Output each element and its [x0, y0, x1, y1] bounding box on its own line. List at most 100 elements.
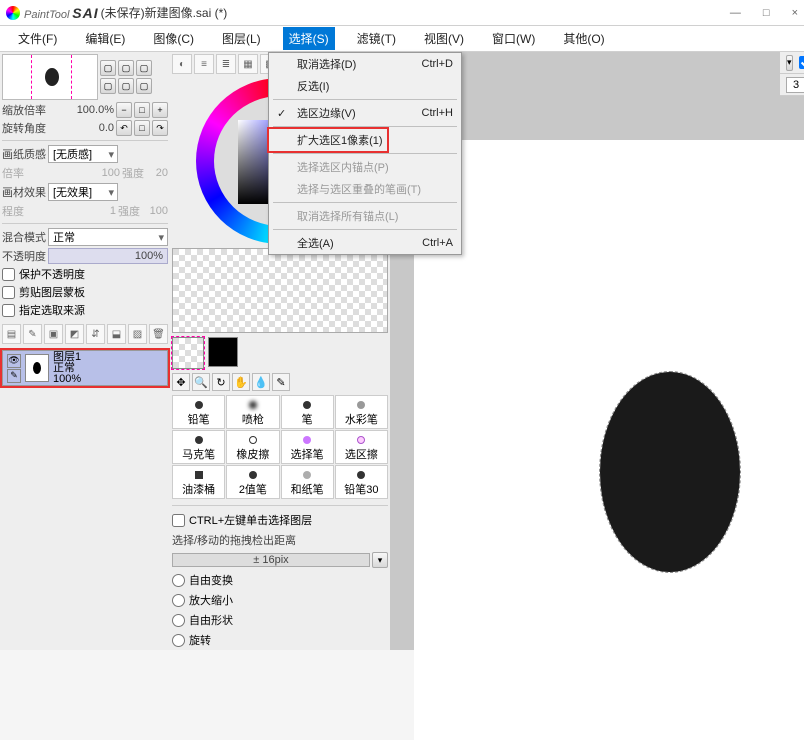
menu-filter[interactable]: 滤镜(T)	[351, 27, 402, 50]
brush-pencil30[interactable]: 铅笔30	[335, 465, 388, 499]
brush-airbrush[interactable]: 喷枪	[226, 395, 279, 429]
left-panel: ▢▢▢ ▢▢▢ 缩放倍率100.0%−□+ 旋转角度0.0↶□↷ 画纸质感[无质…	[0, 52, 170, 650]
bg-swatch[interactable]	[208, 337, 238, 367]
visibility-icon[interactable]: 👁	[7, 354, 21, 368]
brush-marker[interactable]: 马克笔	[172, 430, 225, 464]
nav-btn[interactable]: ▢	[100, 78, 116, 94]
brush-eraser[interactable]: 橡皮擦	[226, 430, 279, 464]
maximize-button[interactable]: □	[763, 7, 770, 19]
menu-deselect-anchors: 取消选择所有锚点(L)	[269, 205, 461, 227]
nav-btn[interactable]: ▢	[118, 60, 134, 76]
mask-icon[interactable]: ◩	[65, 324, 84, 344]
delete-layer-icon[interactable]: 🗑	[149, 324, 168, 344]
merge-icon[interactable]: ⬓	[107, 324, 126, 344]
fg-swatch[interactable]	[172, 337, 204, 369]
nav-btn[interactable]: ▢	[100, 60, 116, 76]
app-logo-icon	[6, 6, 20, 20]
menu-selection-edge[interactable]: ✓选区边缘(V)Ctrl+H	[269, 102, 461, 124]
menu-view[interactable]: 视图(V)	[418, 27, 470, 50]
rotate-tool-icon[interactable]: ↻	[212, 373, 230, 391]
menu-select-all[interactable]: 全选(A)Ctrl+A	[269, 232, 461, 254]
menu-layer[interactable]: 图层(L)	[216, 27, 267, 50]
nav-btn[interactable]: ▢	[118, 78, 134, 94]
brush-watercolor[interactable]: 水彩笔	[335, 395, 388, 429]
rotate-right-button[interactable]: ↷	[152, 120, 168, 136]
rgb-slider-icon[interactable]: ≡	[194, 54, 214, 74]
document-title: (未保存)新建图像.sai (*)	[101, 4, 228, 21]
menu-deselect[interactable]: 取消选择(D)Ctrl+D	[269, 53, 461, 75]
brush-grid: 铅笔 喷枪 笔 水彩笔 马克笔 橡皮擦 选择笔 选区擦 油漆桶 2值笔 和纸笔 …	[172, 395, 388, 499]
layer-item[interactable]: 👁 ✎ 图层1 正常 100%	[2, 350, 168, 386]
menu-select[interactable]: 选择(S)	[283, 27, 335, 50]
blend-select[interactable]: 正常	[48, 228, 168, 246]
menu-other[interactable]: 其他(O)	[557, 27, 610, 50]
menu-invert[interactable]: 反选(I)	[269, 75, 461, 97]
close-button[interactable]: ×	[792, 7, 798, 19]
drag-dropdown-icon[interactable]: ▾	[372, 552, 388, 568]
mixer-icon[interactable]: ▦	[238, 54, 258, 74]
tb-btn[interactable]: ▾	[786, 55, 793, 71]
rotate-reset-button[interactable]: □	[134, 120, 150, 136]
move-tool-icon[interactable]: ✥	[172, 373, 190, 391]
app-brand: PaintTool SAI	[24, 5, 99, 21]
transform-rotate[interactable]: 旋转	[172, 632, 388, 648]
nav-btn[interactable]: ▢	[136, 60, 152, 76]
brush-selpen[interactable]: 选择笔	[281, 430, 334, 464]
nav-btn[interactable]: ▢	[136, 78, 152, 94]
mateff-select[interactable]: [无效果]	[48, 183, 118, 201]
rotate-label: 旋转角度	[2, 120, 46, 136]
canvas-preview[interactable]	[2, 54, 98, 100]
brush-brush[interactable]: 笔	[281, 395, 334, 429]
top-toolbar-1: ▾ 选区边缘 100% ▾ − □ + +000° ▾ ↶ □ ↷ ⇋	[780, 52, 804, 74]
transform-free[interactable]: 自由变换	[172, 572, 388, 588]
layer-thumbnail	[25, 354, 49, 382]
menu-window[interactable]: 窗口(W)	[486, 27, 541, 50]
papertex-select[interactable]: [无质感]	[48, 145, 118, 163]
brush-pencil[interactable]: 铅笔	[172, 395, 225, 429]
hsv-slider-icon[interactable]: ≣	[216, 54, 236, 74]
menu-bar: 文件(F) 编辑(E) 图像(C) 图层(L) 选择(S) 滤镜(T) 视图(V…	[0, 26, 804, 52]
ctrl-click-checkbox[interactable]: CTRL+左键单击选择图层	[172, 512, 388, 528]
selborder-checkbox[interactable]: 选区边缘	[799, 55, 804, 71]
eyedropper-icon[interactable]: 💧	[252, 373, 270, 391]
pen-tool-icon[interactable]: ✎	[272, 373, 290, 391]
clear-icon[interactable]: ▨	[128, 324, 147, 344]
threshold-field[interactable]: 3	[786, 77, 804, 93]
drag-label: 选择/移动的拖拽检出距离	[172, 532, 388, 548]
color-wheel-icon[interactable]: ◐	[172, 54, 192, 74]
menu-expand-1px[interactable]: 扩大选区1像素(1)	[269, 129, 461, 151]
zoom-reset-button[interactable]: □	[134, 102, 150, 118]
swatches-area[interactable]	[172, 248, 388, 333]
rotate-value: 0.0	[48, 122, 114, 134]
menu-edit[interactable]: 编辑(E)	[79, 27, 131, 50]
menu-image[interactable]: 图像(C)	[147, 27, 200, 50]
brush-paper[interactable]: 和纸笔	[281, 465, 334, 499]
zoom-in-button[interactable]: +	[152, 102, 168, 118]
hand-tool-icon[interactable]: ✋	[232, 373, 250, 391]
edit-icon[interactable]: ✎	[7, 369, 21, 383]
mateff-label: 画材效果	[2, 184, 46, 200]
transform-scale[interactable]: 放大缩小	[172, 592, 388, 608]
menu-file[interactable]: 文件(F)	[12, 27, 63, 50]
new-layer-icon[interactable]: ▤	[2, 324, 21, 344]
opacity-value[interactable]: 100%	[48, 248, 168, 264]
brush-bucket[interactable]: 油漆桶	[172, 465, 225, 499]
clip-mask-checkbox[interactable]: 剪贴图层蒙板	[2, 284, 168, 300]
zoom-tool-icon[interactable]: 🔍	[192, 373, 210, 391]
rotate-left-button[interactable]: ↶	[116, 120, 132, 136]
zoom-out-button[interactable]: −	[116, 102, 132, 118]
title-bar: PaintTool SAI (未保存)新建图像.sai (*) — □ ×	[0, 0, 804, 26]
menu-strokes-overlap: 选择与选区重叠的笔画(T)	[269, 178, 461, 200]
new-linework-icon[interactable]: ✎	[23, 324, 42, 344]
brush-selerase[interactable]: 选区擦	[335, 430, 388, 464]
zoom-value: 100.0%	[48, 104, 114, 116]
protect-opacity-checkbox[interactable]: 保护不透明度	[2, 266, 168, 282]
blend-label: 混合模式	[2, 229, 46, 245]
brush-binary[interactable]: 2值笔	[226, 465, 279, 499]
tint-source-checkbox[interactable]: 指定选取来源	[2, 302, 168, 318]
transform-deform[interactable]: 自由形状	[172, 612, 388, 628]
drag-value[interactable]: ± 16pix	[172, 553, 370, 567]
transfer-icon[interactable]: ⇵	[86, 324, 105, 344]
new-folder-icon[interactable]: ▣	[44, 324, 63, 344]
minimize-button[interactable]: —	[730, 7, 741, 19]
